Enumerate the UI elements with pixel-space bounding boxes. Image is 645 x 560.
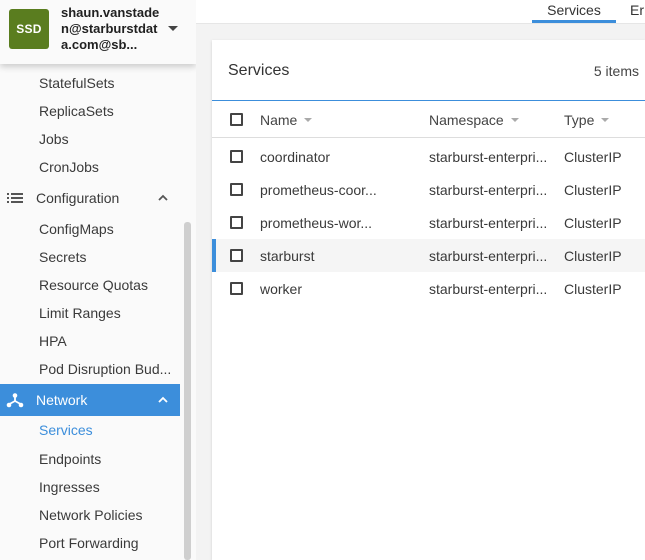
cell-name: worker xyxy=(260,280,303,297)
column-label: Namespace xyxy=(429,111,504,128)
cell-name: coordinator xyxy=(260,148,331,165)
network-icon xyxy=(6,393,24,408)
column-header-type[interactable]: Type xyxy=(564,102,644,137)
sidebar-item-resource-quotas[interactable]: Resource Quotas xyxy=(0,271,180,299)
cell-namespace: starburst-enterpri... xyxy=(429,280,548,297)
sidebar-scrollbar[interactable] xyxy=(184,222,191,560)
sidebar-item-secrets[interactable]: Secrets xyxy=(0,243,180,271)
sort-caret-icon xyxy=(510,117,519,122)
chevron-down-icon[interactable] xyxy=(168,26,178,31)
row-checkbox[interactable] xyxy=(230,216,243,229)
table-row-selected[interactable]: starburst starburst-enterpri... ClusterI… xyxy=(212,239,645,272)
list-icon xyxy=(7,193,23,203)
sidebar-item-network-policies[interactable]: Network Policies xyxy=(0,501,180,529)
row-checkbox[interactable] xyxy=(230,249,243,262)
cell-namespace: starburst-enterpri... xyxy=(429,148,548,165)
sidebar-item-jobs[interactable]: Jobs xyxy=(0,125,180,153)
sidebar-group-network[interactable]: Network xyxy=(0,384,180,416)
avatar[interactable]: SSD xyxy=(9,9,49,49)
sidebar-item-limit-ranges[interactable]: Limit Ranges xyxy=(0,299,180,327)
column-label: Type xyxy=(564,111,595,128)
sidebar-item-port-forwarding[interactable]: Port Forwarding xyxy=(0,529,180,557)
select-all-checkbox[interactable] xyxy=(230,113,243,126)
tab-endpoints[interactable]: Er xyxy=(630,0,645,20)
sidebar-item-cronjobs[interactable]: CronJobs xyxy=(0,153,180,181)
sidebar-item-endpoints[interactable]: Endpoints xyxy=(0,445,180,473)
cell-name: starburst xyxy=(260,247,315,264)
sidebar-item-pod-disruption-budgets[interactable]: Pod Disruption Bud... xyxy=(0,355,180,383)
account-name[interactable]: shaun.vanstaden@starburstdata.com@sb... xyxy=(61,5,161,53)
cell-type: ClusterIP xyxy=(564,280,622,297)
row-checkbox[interactable] xyxy=(230,150,243,163)
account-header[interactable]: SSD shaun.vanstaden@starburstdata.com@sb… xyxy=(0,0,196,64)
sidebar: SSD shaun.vanstaden@starburstdata.com@sb… xyxy=(0,0,196,560)
sidebar-item-configmaps[interactable]: ConfigMaps xyxy=(0,215,180,243)
tab-bar: Services Er xyxy=(196,0,645,24)
column-header-name[interactable]: Name xyxy=(260,102,380,137)
column-header-namespace[interactable]: Namespace xyxy=(429,102,549,137)
cell-namespace: starburst-enterpri... xyxy=(429,181,548,198)
cell-type: ClusterIP xyxy=(564,181,622,198)
column-label: Name xyxy=(260,111,298,128)
sidebar-group-label: Configuration xyxy=(36,190,120,206)
sort-caret-icon xyxy=(304,117,313,122)
panel-title: Services xyxy=(228,62,290,79)
table-row[interactable]: prometheus-wor... starburst-enterpri... … xyxy=(212,206,645,239)
item-count: 5 items xyxy=(593,63,639,79)
table-header: Name Namespace Type xyxy=(212,102,645,138)
sidebar-group-label: Network xyxy=(36,392,88,408)
sidebar-item-replicasets[interactable]: ReplicaSets xyxy=(0,97,180,125)
cell-namespace: starburst-enterpri... xyxy=(429,247,548,264)
sidebar-item-statefulsets[interactable]: StatefulSets xyxy=(0,69,180,97)
cell-namespace: starburst-enterpri... xyxy=(429,214,548,231)
sidebar-item-ingresses[interactable]: Ingresses xyxy=(0,473,180,501)
table-row[interactable]: prometheus-coor... starburst-enterpri...… xyxy=(212,173,645,206)
table-row[interactable]: coordinator starburst-enterpri... Cluste… xyxy=(212,140,645,173)
sort-caret-icon xyxy=(601,117,610,122)
sidebar-group-configuration[interactable]: Configuration xyxy=(0,182,180,214)
cell-type: ClusterIP xyxy=(564,148,622,165)
cell-type: ClusterIP xyxy=(564,214,622,231)
cell-type: ClusterIP xyxy=(564,247,622,264)
chevron-up-icon[interactable] xyxy=(158,395,168,405)
divider xyxy=(212,100,645,101)
cell-name: prometheus-coor... xyxy=(260,181,377,198)
tab-services[interactable]: Services xyxy=(532,0,616,23)
chevron-up-icon[interactable] xyxy=(158,193,168,203)
cell-name: prometheus-wor... xyxy=(260,214,373,231)
sidebar-item-services[interactable]: Services xyxy=(0,416,180,444)
services-panel: Services 5 items Name Namespace Type coo… xyxy=(212,40,645,560)
row-checkbox[interactable] xyxy=(230,282,243,295)
sidebar-item-hpa[interactable]: HPA xyxy=(0,327,180,355)
table-row[interactable]: worker starburst-enterpri... ClusterIP xyxy=(212,272,645,305)
row-checkbox[interactable] xyxy=(230,183,243,196)
